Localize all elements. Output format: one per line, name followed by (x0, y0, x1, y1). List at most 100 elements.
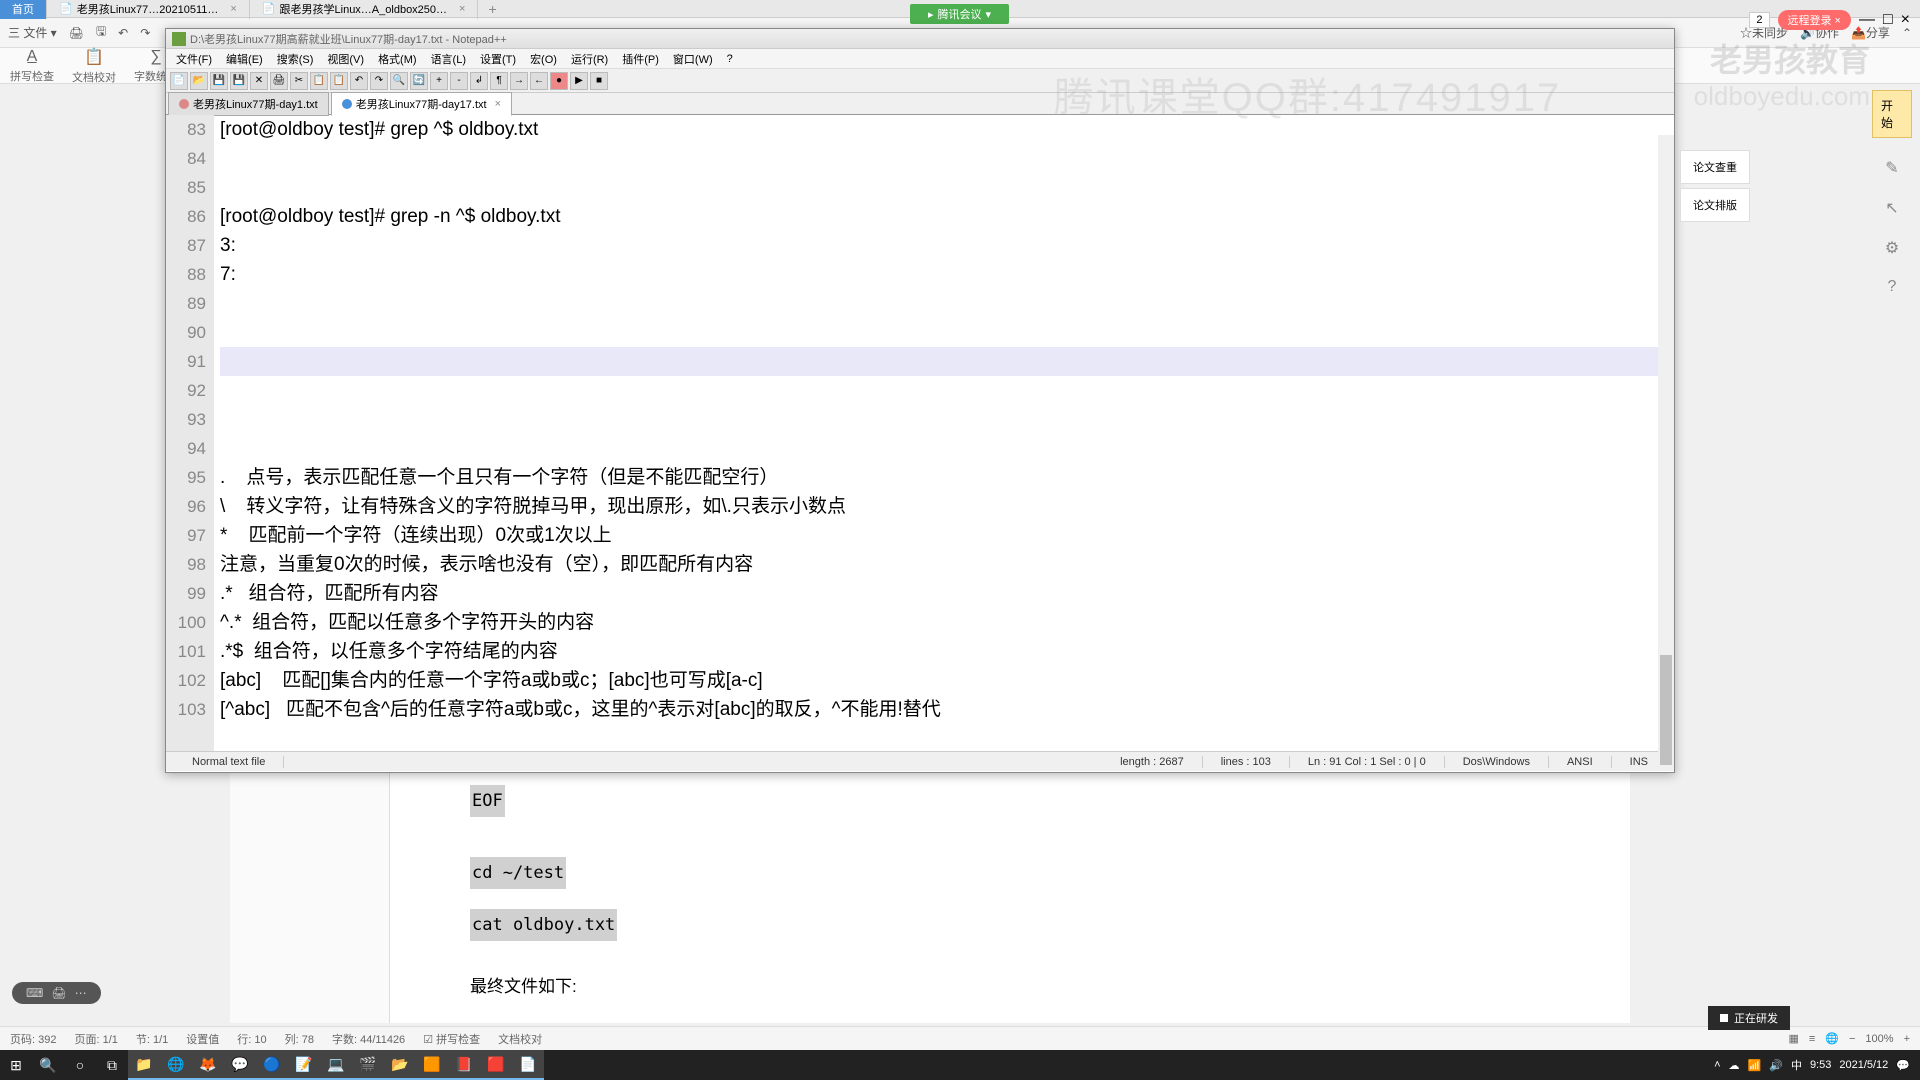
keyboard-icon[interactable]: ⌨ (26, 986, 43, 1000)
taskbar-app-10[interactable]: 🟧 (416, 1050, 448, 1080)
proofread-button[interactable]: 📋文档校对 (72, 47, 116, 85)
save-all-icon[interactable]: 💾 (230, 72, 248, 90)
browser-tab-home[interactable]: 首页 (0, 0, 47, 19)
replace-icon[interactable]: 🔄 (410, 72, 428, 90)
tray-volume-icon[interactable]: 🔊 (1769, 1059, 1783, 1072)
wrap-icon[interactable]: ↲ (470, 72, 488, 90)
taskbar-app-7[interactable]: 💻 (320, 1050, 352, 1080)
floating-pill[interactable]: ⌨ 🖨 ⋯ (12, 982, 101, 1004)
help-icon[interactable]: ? (1888, 278, 1897, 296)
taskbar-app-11[interactable]: 📕 (448, 1050, 480, 1080)
taskbar-app-2[interactable]: 🌐 (160, 1050, 192, 1080)
menu-macro[interactable]: 宏(O) (524, 49, 563, 69)
more-icon[interactable]: ⋯ (75, 986, 87, 1000)
menu-settings[interactable]: 设置(T) (474, 49, 522, 69)
play-macro-icon[interactable]: ▶ (570, 72, 588, 90)
minimize-icon[interactable]: — (1859, 11, 1875, 29)
redo-icon[interactable]: ↷ (370, 72, 388, 90)
taskbar-app-9[interactable]: 📂 (384, 1050, 416, 1080)
npp-tab-1[interactable]: 老男孩Linux77期-day17.txt× (331, 92, 512, 116)
plagiarism-check[interactable]: 论文查重 (1680, 150, 1750, 184)
cortana-icon[interactable]: ○ (64, 1050, 96, 1080)
browser-tab-1[interactable]: 📄老男孩Linux77…20210511…× (47, 0, 250, 19)
paste-icon[interactable]: 📋 (330, 72, 348, 90)
zoom-out-icon[interactable]: - (450, 72, 468, 90)
zoom-in-icon[interactable]: + (1904, 1033, 1910, 1045)
menu-edit[interactable]: 编辑(E) (220, 49, 269, 69)
cursor-icon[interactable]: ↖ (1885, 198, 1898, 218)
open-file-icon[interactable]: 📂 (190, 72, 208, 90)
scroll-thumb[interactable] (1660, 655, 1672, 765)
stop-macro-icon[interactable]: ■ (590, 72, 608, 90)
proofread-status[interactable]: 文档校对 (498, 1031, 542, 1047)
menu-view[interactable]: 视图(V) (321, 49, 370, 69)
menu-plugins[interactable]: 插件(P) (616, 49, 665, 69)
menu-help[interactable]: ? (721, 51, 739, 67)
taskview-icon[interactable]: ⧉ (96, 1050, 128, 1080)
tray-onedrive-icon[interactable]: ☁ (1729, 1059, 1740, 1072)
taskbar-app-5[interactable]: 🔵 (256, 1050, 288, 1080)
paper-format[interactable]: 论文排版 (1680, 188, 1750, 222)
tencent-meeting-badge[interactable]: ▸ 腾讯会议 ▾ (910, 4, 1009, 24)
taskbar-app-1[interactable]: 📁 (128, 1050, 160, 1080)
start-button[interactable]: 开始 (1872, 90, 1912, 138)
toolbar-undo-icon[interactable]: ↶ (118, 26, 128, 40)
save-icon[interactable]: 💾 (210, 72, 228, 90)
page-number[interactable]: 页码: 392 (10, 1031, 56, 1047)
code-area[interactable]: [root@oldboy test]# grep ^$ oldboy.txt[r… (214, 115, 1674, 751)
new-tab-button[interactable]: + (478, 1, 506, 17)
spellcheck-status[interactable]: ☑ 拼写检查 (423, 1031, 480, 1047)
show-chars-icon[interactable]: ¶ (490, 72, 508, 90)
zoom-in-icon[interactable]: + (430, 72, 448, 90)
menu-file[interactable]: 文件(F) (170, 49, 218, 69)
tray-time[interactable]: 9:53 (1810, 1059, 1831, 1071)
new-file-icon[interactable]: 📄 (170, 72, 188, 90)
start-menu-icon[interactable]: ⊞ (0, 1050, 32, 1080)
outdent-icon[interactable]: ← (530, 72, 548, 90)
indent-icon[interactable]: → (510, 72, 528, 90)
spellcheck-button[interactable]: A̲拼写检查 (10, 48, 54, 84)
view-mode-icon[interactable]: ▦ (1788, 1032, 1798, 1045)
maximize-icon[interactable]: □ (1883, 11, 1893, 29)
tray-ime-icon[interactable]: 中 (1791, 1057, 1802, 1073)
toolbar-print-icon[interactable]: 🖨 (69, 26, 84, 40)
taskbar-app-12[interactable]: 🟥 (480, 1050, 512, 1080)
view-web-icon[interactable]: 🌐 (1825, 1032, 1839, 1045)
taskbar-app-8[interactable]: 🎬 (352, 1050, 384, 1080)
tray-date[interactable]: 2021/5/12 (1839, 1059, 1888, 1071)
npp-titlebar[interactable]: D:\老男孩Linux77期高薪就业班\Linux77期-day17.txt -… (166, 29, 1674, 49)
close-icon[interactable]: × (1901, 11, 1910, 29)
vertical-scrollbar[interactable] (1658, 135, 1674, 771)
cut-icon[interactable]: ✂ (290, 72, 308, 90)
close-file-icon[interactable]: ✕ (250, 72, 268, 90)
search-icon[interactable]: 🔍 (32, 1050, 64, 1080)
tray-notifications-icon[interactable]: 💬 (1896, 1059, 1910, 1072)
npp-tab-0[interactable]: 老男孩Linux77期-day1.txt (168, 92, 329, 116)
toolbar-redo-icon[interactable]: ↷ (140, 26, 150, 40)
close-icon[interactable]: × (230, 3, 236, 15)
print-icon[interactable]: 🖨 (51, 986, 66, 1000)
tray-up-icon[interactable]: ˄ (1714, 1059, 1720, 1071)
print-icon[interactable]: 🖨 (270, 72, 288, 90)
menu-language[interactable]: 语言(L) (425, 49, 472, 69)
word-count[interactable]: 字数: 44/11426 (332, 1031, 405, 1047)
edit-icon[interactable]: ✎ (1885, 158, 1898, 178)
toolbar-save-icon[interactable]: 🖫 (96, 22, 106, 43)
taskbar-app-6[interactable]: 📝 (288, 1050, 320, 1080)
notification-badge[interactable]: 2 (1749, 12, 1769, 28)
menu-search[interactable]: 搜索(S) (271, 49, 320, 69)
zoom-level[interactable]: 100% (1865, 1033, 1893, 1045)
find-icon[interactable]: 🔍 (390, 72, 408, 90)
taskbar-app-13[interactable]: 📄 (512, 1050, 544, 1080)
menu-run[interactable]: 运行(R) (565, 49, 614, 69)
undo-icon[interactable]: ↶ (350, 72, 368, 90)
view-outline-icon[interactable]: ≡ (1809, 1033, 1815, 1045)
login-button[interactable]: 远程登录 × (1778, 10, 1851, 30)
menu-format[interactable]: 格式(M) (372, 49, 423, 69)
close-icon[interactable]: × (459, 3, 465, 15)
taskbar-app-3[interactable]: 🦊 (192, 1050, 224, 1080)
zoom-out-icon[interactable]: − (1849, 1033, 1855, 1045)
file-menu[interactable]: 三 文件 ▾ (8, 24, 57, 41)
menu-window[interactable]: 窗口(W) (667, 49, 719, 69)
record-macro-icon[interactable]: ● (550, 72, 568, 90)
